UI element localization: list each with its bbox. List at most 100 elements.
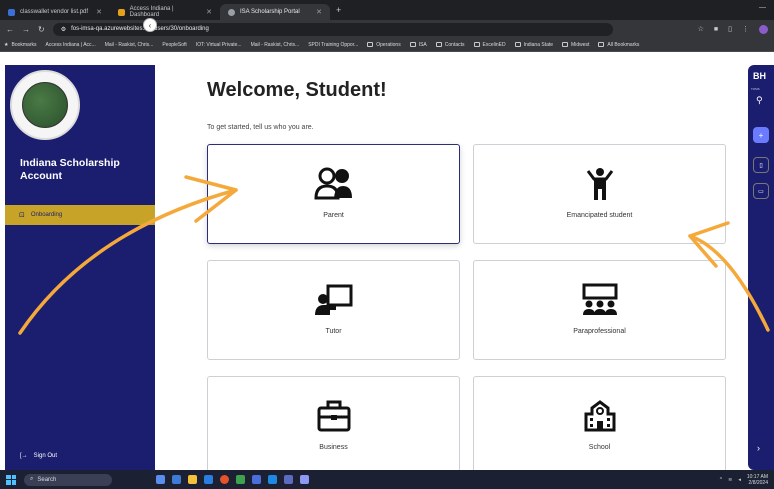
parent-icon: [313, 167, 352, 200]
menu-icon[interactable]: ⋮: [742, 25, 749, 33]
role-label: Paraprofessional: [573, 328, 626, 335]
url-text: fos-imsa-qa.azurewebsites.net/users/30/o…: [71, 26, 209, 32]
business-icon: [317, 400, 350, 432]
role-card-parent[interactable]: Parent: [207, 144, 460, 244]
main-content: Welcome, Student! To get started, tell u…: [155, 52, 748, 476]
bookmark-folder[interactable]: Midwest: [562, 42, 589, 48]
volume-icon[interactable]: ◂: [738, 477, 741, 483]
role-card-emancipated-student[interactable]: Emancipated student: [473, 144, 726, 244]
account-title: Indiana Scholarship Account: [20, 157, 120, 182]
taskbar-apps: [156, 475, 309, 484]
taskbar-app-icon[interactable]: [284, 475, 293, 484]
folder-icon: [435, 42, 442, 47]
taskbar-app-icon[interactable]: [156, 475, 165, 484]
bookmark-item[interactable]: Access Indiana | Acc...: [46, 42, 96, 48]
url-field[interactable]: ⚙ fos-imsa-qa.azurewebsites.net/users/30…: [52, 22, 613, 36]
bookmarks-bar: ★ Bookmarks Access Indiana | Acc... Mail …: [0, 38, 774, 52]
bookmark-item[interactable]: IOT: Virtual Private...: [196, 42, 242, 48]
bookmark-item[interactable]: SPDI Training Oppor...: [308, 42, 358, 48]
reload-icon[interactable]: ↻: [38, 25, 45, 34]
bookmark-item[interactable]: Mail - Raskist, Chris...: [105, 42, 154, 48]
address-bar-row: ← → ↻ ⚙ fos-imsa-qa.azurewebsites.net/us…: [0, 20, 774, 38]
browser-tab-bar: classwallet vendor list.pdf ✕ Access Ind…: [0, 0, 774, 20]
role-card-business[interactable]: Business: [207, 376, 460, 476]
video-camera-icon[interactable]: ▭: [753, 183, 769, 199]
clock[interactable]: 10:17 AM 2/8/2024: [747, 474, 768, 486]
new-tab-button[interactable]: +: [336, 5, 341, 15]
close-icon[interactable]: ✕: [206, 8, 212, 16]
toolbar-icons: ☆ ■ ▯ ⋮: [698, 24, 768, 34]
tab-title: classwallet vendor list.pdf: [20, 9, 89, 15]
tutor-icon: [314, 284, 352, 315]
search-placeholder: Search: [37, 476, 57, 483]
bookmark-item[interactable]: Mail - Raskist, Chris...: [251, 42, 300, 48]
sign-out-label: Sign Out: [33, 453, 58, 459]
bookmark-folder[interactable]: All Bookmarks: [598, 42, 639, 48]
profile-avatar[interactable]: [759, 24, 768, 34]
document-icon[interactable]: ▯: [753, 157, 769, 173]
add-icon[interactable]: +: [753, 127, 769, 143]
collapse-sidebar-button[interactable]: ‹: [143, 18, 157, 32]
taskbar-app-icon[interactable]: [268, 475, 277, 484]
clock-date: 2/8/2024: [748, 479, 768, 486]
taskbar-app-icon[interactable]: [172, 475, 181, 484]
bookmark-folder[interactable]: Indiana State: [514, 42, 553, 48]
taskbar-app-icon[interactable]: [236, 475, 245, 484]
folder-icon: [473, 42, 480, 47]
sidepanel-icon[interactable]: ▯: [728, 25, 732, 33]
tab-title: Access Indiana | Dashboard: [129, 6, 174, 18]
sidebar-item-onboarding[interactable]: ⊡ Onboarding: [5, 205, 155, 225]
sidebar-item-label: Onboarding: [30, 212, 63, 218]
sign-out-icon: [→: [20, 453, 28, 459]
extension-icon[interactable]: ■: [714, 26, 718, 33]
close-icon[interactable]: ✕: [96, 8, 102, 16]
close-icon[interactable]: ✕: [316, 8, 322, 16]
chevron-right-icon[interactable]: ›: [757, 443, 760, 453]
bookmark-folder[interactable]: Operations: [367, 42, 401, 48]
chevron-up-icon[interactable]: ^: [720, 477, 722, 483]
search-icon: ⌕: [30, 476, 34, 482]
browser-tab[interactable]: Access Indiana | Dashboard ✕: [110, 4, 220, 20]
star-icon[interactable]: ☆: [698, 25, 704, 33]
bookmark-item[interactable]: PeopleSoft: [162, 42, 186, 48]
panel-small-label: TOMS: [751, 87, 760, 91]
location-pin-icon[interactable]: ⚲: [756, 95, 763, 106]
folder-icon: [598, 42, 605, 47]
browser-tab-active[interactable]: ISA Scholarship Portal ✕: [220, 4, 330, 20]
onboarding-icon: ⊡: [19, 212, 25, 219]
folder-icon: [562, 42, 569, 47]
role-card-school[interactable]: School: [473, 376, 726, 476]
sign-out-button[interactable]: [→ Sign Out: [20, 453, 57, 459]
browser-tab[interactable]: classwallet vendor list.pdf ✕: [0, 4, 110, 20]
window-controls: —: [759, 4, 766, 11]
emancipated-student-icon: [586, 168, 613, 200]
taskbar-app-icon[interactable]: [188, 475, 197, 484]
pdf-icon: [8, 8, 15, 16]
taskbar-app-icon[interactable]: [220, 475, 229, 484]
taskbar-app-icon[interactable]: [204, 475, 213, 484]
windows-start-icon[interactable]: [6, 474, 16, 485]
page-title: Welcome, Student!: [207, 79, 387, 101]
taskbar-search[interactable]: ⌕ Search: [24, 473, 112, 486]
back-icon[interactable]: ←: [6, 25, 14, 34]
bookmark-folder[interactable]: ExcelinED: [473, 42, 506, 48]
role-card-tutor[interactable]: Tutor: [207, 260, 460, 360]
page-subtitle: To get started, tell us who you are.: [207, 124, 314, 131]
paraprofessional-icon: [582, 283, 617, 315]
state-seal-logo: [10, 70, 80, 140]
role-label: Emancipated student: [566, 212, 633, 219]
wifi-icon[interactable]: ≋: [728, 477, 732, 483]
system-tray: ^ ≋ ◂ 10:17 AM 2/8/2024: [720, 474, 768, 486]
taskbar-app-icon[interactable]: [300, 475, 309, 484]
forward-icon[interactable]: →: [22, 25, 30, 34]
taskbar-app-icon[interactable]: [252, 475, 261, 484]
minimize-icon[interactable]: —: [759, 4, 766, 11]
school-icon: [584, 400, 615, 432]
windows-taskbar: ⌕ Search ^ ≋ ◂ 10:17 AM 2/8/2024: [0, 470, 774, 489]
bookmark-folder[interactable]: ISA: [409, 42, 427, 48]
role-card-paraprofessional[interactable]: Paraprofessional: [473, 260, 726, 360]
bookmark-folder[interactable]: Contacts: [435, 42, 465, 48]
seal-emblem: [22, 82, 68, 128]
site-info-icon[interactable]: ⚙: [61, 26, 66, 33]
bookmark-item[interactable]: ★ Bookmarks: [4, 42, 37, 48]
